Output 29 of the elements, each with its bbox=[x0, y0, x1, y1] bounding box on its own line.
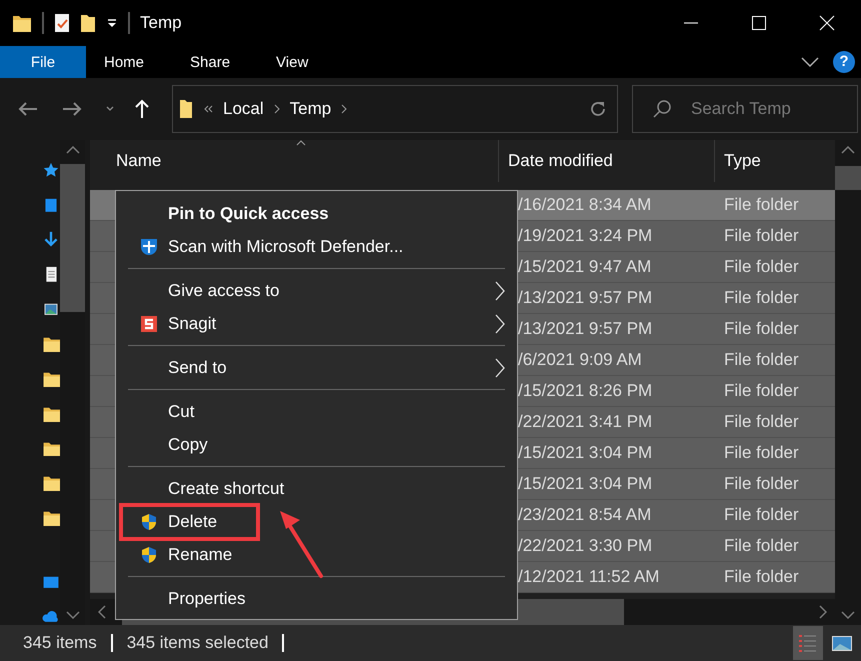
date-cell-text: /15/2021 3:04 PM bbox=[518, 443, 654, 463]
type-cell-text: File folder bbox=[724, 226, 800, 246]
window-title: Temp bbox=[140, 13, 182, 33]
type-cell-text: File folder bbox=[724, 443, 800, 463]
type-cell-text: File folder bbox=[724, 536, 800, 556]
type-cell-text: File folder bbox=[724, 567, 800, 587]
type-cell-text: File folder bbox=[724, 505, 800, 525]
date-cell-text: /15/2021 3:04 PM bbox=[518, 474, 654, 494]
type-cell-text: File folder bbox=[724, 195, 800, 215]
type-cell-text: File folder bbox=[724, 350, 800, 370]
item-count: 345 items bbox=[23, 633, 97, 653]
date-cell-text: /22/2021 3:41 PM bbox=[518, 412, 654, 432]
date-cell-text: /23/2021 8:54 AM bbox=[518, 505, 652, 525]
type-cell-text: File folder bbox=[724, 474, 800, 494]
date-cell-text: /13/2021 9:57 PM bbox=[518, 319, 654, 339]
type-cell-text: File folder bbox=[724, 288, 800, 308]
selection-count: 345 items selected bbox=[126, 633, 268, 653]
type-cell-text: File folder bbox=[724, 412, 800, 432]
type-cell-text: File folder bbox=[724, 319, 800, 339]
date-cell-text: /19/2021 3:24 PM bbox=[518, 226, 654, 246]
date-cell-text: /16/2021 8:34 AM bbox=[518, 195, 652, 215]
date-cell-text: /15/2021 9:47 AM bbox=[518, 257, 652, 277]
date-cell-text: /13/2021 9:57 PM bbox=[518, 288, 654, 308]
type-cell-text: File folder bbox=[724, 257, 800, 277]
date-cell-text: /15/2021 8:26 PM bbox=[518, 381, 654, 401]
date-cell-text: /12/2021 11:52 AM bbox=[518, 567, 660, 587]
date-cell-text: /22/2021 3:30 PM bbox=[518, 536, 654, 556]
date-cell-text: /6/2021 9:09 AM bbox=[518, 350, 643, 370]
type-cell-text: File folder bbox=[724, 381, 800, 401]
